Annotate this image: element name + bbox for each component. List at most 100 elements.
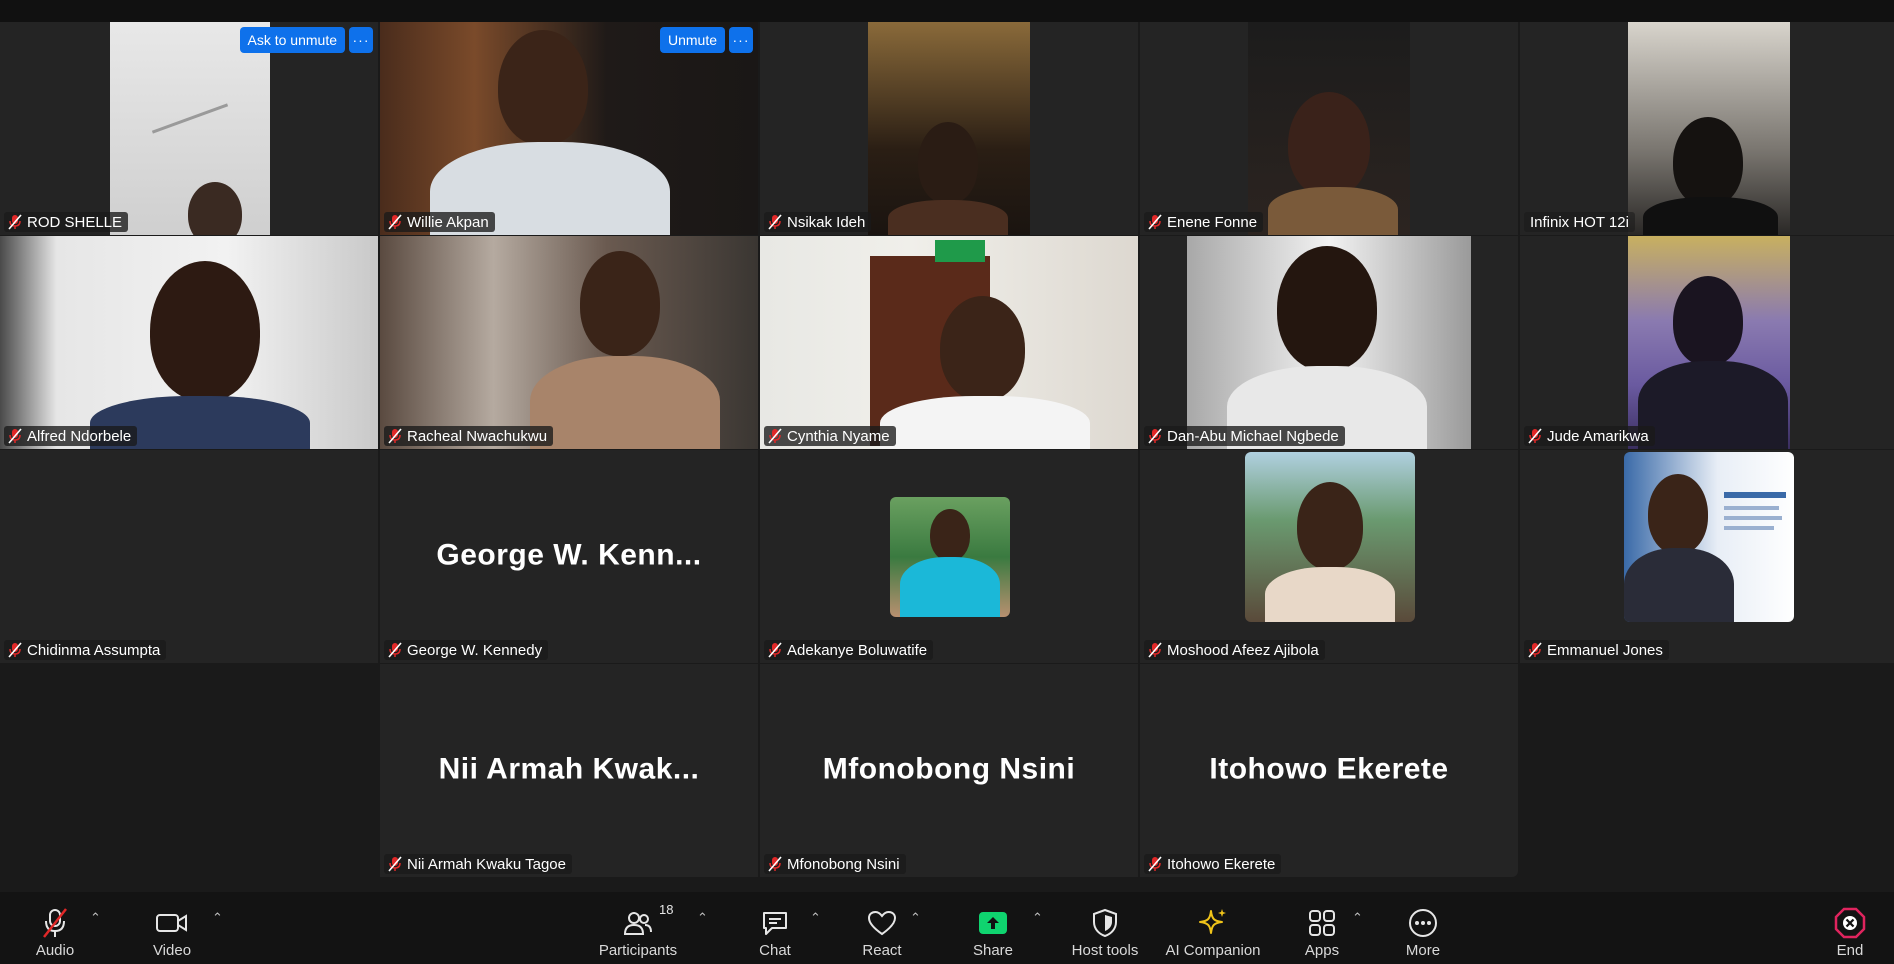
participant-display-name: Mfonobong Nsini [822,751,1076,785]
mic-muted-icon [40,904,70,942]
apps-options-caret-icon[interactable]: ⌃ [1352,910,1363,926]
participant-tile[interactable]: Ask to unmute ··· ROD SHELLE [0,22,378,235]
more-dots-icon [1407,904,1439,942]
video-feed [0,236,378,449]
video-feed [380,22,758,235]
participant-tile[interactable]: Moshood Afeez Ajibola [1140,450,1518,663]
ai-companion-label: AI Companion [1165,942,1261,959]
participant-label: ROD SHELLE [4,212,129,232]
mic-muted-icon [1528,428,1542,444]
more-label: More [1405,942,1441,959]
host-tools-button[interactable]: Host tools [1064,892,1146,964]
participants-count: 18 [659,902,674,917]
mic-muted-icon [1148,642,1162,658]
participant-label: Enene Fonne [1144,212,1264,232]
participant-tile[interactable]: Jude Amarikwa [1520,236,1894,449]
participant-tile-active-speaker[interactable]: Unmute ··· Willie Akpan [380,22,758,235]
unmute-button[interactable]: Unmute [659,27,725,53]
participant-label: Racheal Nwachukwu [384,426,554,446]
video-button[interactable]: Video [142,892,202,964]
participant-display-name: Itohowo Ekerete [1209,751,1449,785]
end-meeting-button[interactable]: End [1820,892,1880,964]
chat-options-caret-icon[interactable]: ⌃ [810,910,821,926]
more-options-button[interactable]: ··· [349,27,373,53]
participant-tile[interactable]: Infinix HOT 12i [1520,22,1894,235]
mic-muted-icon [388,856,402,872]
mic-muted-icon [388,428,402,444]
ask-to-unmute-button[interactable]: Ask to unmute [239,27,345,53]
meeting-toolbar: Audio ⌃ Video ⌃ 18 Participants ⌃ Chat ⌃… [0,892,1894,964]
mic-muted-icon [1148,856,1162,872]
participant-tile[interactable]: Cynthia Nyame [760,236,1138,449]
participant-name: Adekanye Boluwatife [787,641,928,659]
react-label: React [862,942,902,959]
participant-label: George W. Kennedy [384,640,549,660]
share-options-caret-icon[interactable]: ⌃ [1032,910,1043,926]
more-button[interactable]: More [1393,892,1453,964]
participant-name: Cynthia Nyame [787,427,890,445]
participant-tile[interactable]: Itohowo Ekerete Itohowo Ekerete [1140,664,1518,877]
apps-button[interactable]: Apps [1292,892,1352,964]
participant-name: Racheal Nwachukwu [407,427,548,445]
participant-label: Chidinma Assumpta [4,640,167,660]
participant-tile[interactable]: Adekanye Boluwatife [760,450,1138,663]
video-feed [110,22,270,235]
heart-icon [866,904,898,942]
participant-name: Nsikak Ideh [787,213,866,231]
host-tools-label: Host tools [1071,942,1139,959]
participant-tile[interactable]: Dan-Abu Michael Ngbede [1140,236,1518,449]
audio-label: Audio [35,942,75,959]
video-options-caret-icon[interactable]: ⌃ [212,910,223,926]
participant-name: Willie Akpan [407,213,489,231]
video-feed [868,22,1030,235]
participant-tile[interactable]: Chidinma Assumpta [0,450,378,663]
share-button[interactable]: Share [963,892,1023,964]
video-feed [1248,22,1410,235]
participant-tile[interactable]: Alfred Ndorbele [0,236,378,449]
participant-name: Jude Amarikwa [1547,427,1649,445]
participant-tile[interactable]: Nii Armah Kwak... Nii Armah Kwaku Tagoe [380,664,758,877]
participants-options-caret-icon[interactable]: ⌃ [697,910,708,926]
participant-name: Enene Fonne [1167,213,1258,231]
video-grid: Ask to unmute ··· ROD SHELLE Unmute ··· … [0,22,1894,877]
audio-options-caret-icon[interactable]: ⌃ [90,910,101,926]
participant-name: Emmanuel Jones [1547,641,1663,659]
tile-hover-actions: Ask to unmute ··· [239,27,373,53]
end-meeting-icon [1834,904,1866,942]
ai-companion-button[interactable]: AI Companion [1160,892,1266,964]
mic-muted-icon [1528,642,1542,658]
participant-label: Cynthia Nyame [764,426,896,446]
participant-tile[interactable]: Mfonobong Nsini Mfonobong Nsini [760,664,1138,877]
participant-label: Alfred Ndorbele [4,426,138,446]
react-button[interactable]: React [852,892,912,964]
chat-icon [760,904,790,942]
participant-label: Adekanye Boluwatife [764,640,934,660]
more-options-button[interactable]: ··· [729,27,753,53]
react-options-caret-icon[interactable]: ⌃ [910,910,921,926]
participant-tile[interactable]: Nsikak Ideh [760,22,1138,235]
participant-label: Mfonobong Nsini [764,854,906,874]
video-label: Video [152,942,192,959]
participant-display-name: Nii Armah Kwak... [438,751,700,785]
chat-button[interactable]: Chat [745,892,805,964]
participant-tile[interactable]: Enene Fonne [1140,22,1518,235]
participant-tile[interactable]: George W. Kenn... George W. Kennedy [380,450,758,663]
participant-label: Willie Akpan [384,212,495,232]
participant-name: Mfonobong Nsini [787,855,900,873]
participant-display-name: George W. Kenn... [436,537,702,571]
mic-muted-icon [768,428,782,444]
mic-muted-icon [8,428,22,444]
participant-label: Itohowo Ekerete [1144,854,1282,874]
participant-name: Alfred Ndorbele [27,427,132,445]
video-camera-icon [155,904,189,942]
participant-label: Dan-Abu Michael Ngbede [1144,426,1345,446]
avatar [890,497,1010,617]
participant-tile[interactable]: Racheal Nwachukwu [380,236,758,449]
participants-button[interactable]: 18 Participants [588,892,688,964]
audio-button[interactable]: Audio [25,892,85,964]
participant-label: Infinix HOT 12i [1524,212,1635,232]
video-feed [760,236,1138,449]
participant-tile[interactable]: Emmanuel Jones [1520,450,1894,663]
chat-label: Chat [759,942,791,959]
video-feed [1628,236,1790,449]
